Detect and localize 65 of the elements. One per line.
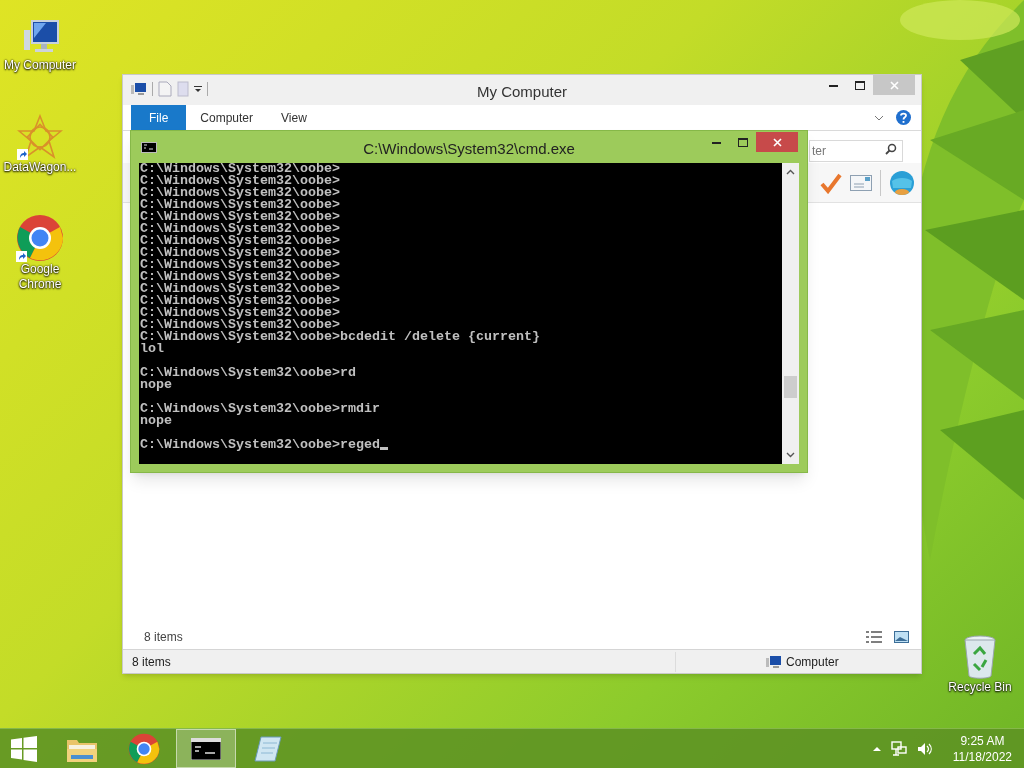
network-icon[interactable] [890,740,907,757]
thumbnail-view-icon[interactable] [894,631,909,643]
search-icon [885,143,897,155]
console-line: nope [140,379,172,391]
scroll-up-icon[interactable] [786,169,795,175]
close-icon [772,137,782,147]
ribbon-tab[interactable]: Computer [186,105,268,130]
console-line: C:\Windows\System32\oobe> [140,295,340,307]
notepad-icon [253,734,283,763]
maximize-icon [738,137,748,147]
chevron-down-icon[interactable] [874,114,884,121]
chrome-icon [128,732,160,765]
windows-logo-icon [11,735,37,762]
dropdown-icon[interactable] [194,85,202,93]
star-pattern-icon [17,114,63,160]
console-line: C:\Windows\System32\oobe> [140,211,340,223]
ribbon-tab[interactable]: View [267,105,321,130]
close-icon [889,80,899,90]
status-location: Computer [786,653,839,671]
item-count: 8 items [144,629,183,646]
minimize-icon [828,83,838,87]
console-line: C:\Windows\System32\oobe> [140,247,340,259]
globe-icon[interactable] [889,169,915,196]
console-icon[interactable] [141,142,157,153]
console-icon [191,737,221,760]
checkmark-icon[interactable] [820,171,842,194]
volume-icon[interactable] [916,741,933,756]
icon-label[interactable]: Recycle Bin [948,680,1012,695]
show-hidden-icons[interactable] [872,746,881,751]
console-line: C:\Windows\System32\oobe>reged [140,439,380,451]
status-text: 8 items [131,653,172,671]
computer-icon [766,654,782,669]
console-line: C:\Windows\System32\oobe> [140,259,340,271]
window-title: My Computer [476,82,568,102]
text-cursor [379,447,388,450]
minimize-icon [711,140,721,144]
details-view-icon[interactable] [866,631,882,643]
console-line: C:\Windows\System32\oobe>rd [140,367,356,379]
chrome-icon [16,214,64,262]
taskbar-button[interactable] [176,729,236,768]
clock[interactable]: 9:25 AM 11/18/2022 [942,732,1012,765]
recycle-bin-icon [962,634,998,680]
search-field[interactable]: ter [809,140,903,162]
console-line: C:\Windows\System32\oobe> [140,199,340,211]
console-line: C:\Windows\System32\oobe> [140,319,340,331]
file-menu-tab[interactable]: File [131,105,187,130]
console-line: C:\Windows\System32\oobe> [140,235,340,247]
console-line: C:\Windows\System32\oobe> [140,187,340,199]
console-line: C:\Windows\System32\oobe> [140,283,340,295]
console-line: lol [140,343,164,355]
console-line: C:\Windows\System32\oobe>rmdir [140,403,380,415]
scroll-down-icon[interactable] [786,452,795,458]
console-line: nope [140,415,172,427]
console-line: C:\Windows\System32\oobe> [140,163,340,175]
scroll-thumb[interactable] [784,376,797,398]
console-line: C:\Windows\System32\oobe>bcdedit /delete {current} [140,331,540,343]
console-line: C:\Windows\System32\oobe> [140,307,340,319]
console-line: C:\Windows\System32\oobe> [140,271,340,283]
maximize-icon [855,80,865,90]
computer-icon[interactable] [131,82,147,96]
console-line: C:\Windows\System32\oobe> [140,223,340,235]
envelope-icon[interactable] [850,174,872,191]
window-title: C:\Windows\System32\cmd.exe [362,139,576,159]
help-icon[interactable] [896,110,911,125]
console-line: C:\Windows\System32\oobe> [140,175,340,187]
